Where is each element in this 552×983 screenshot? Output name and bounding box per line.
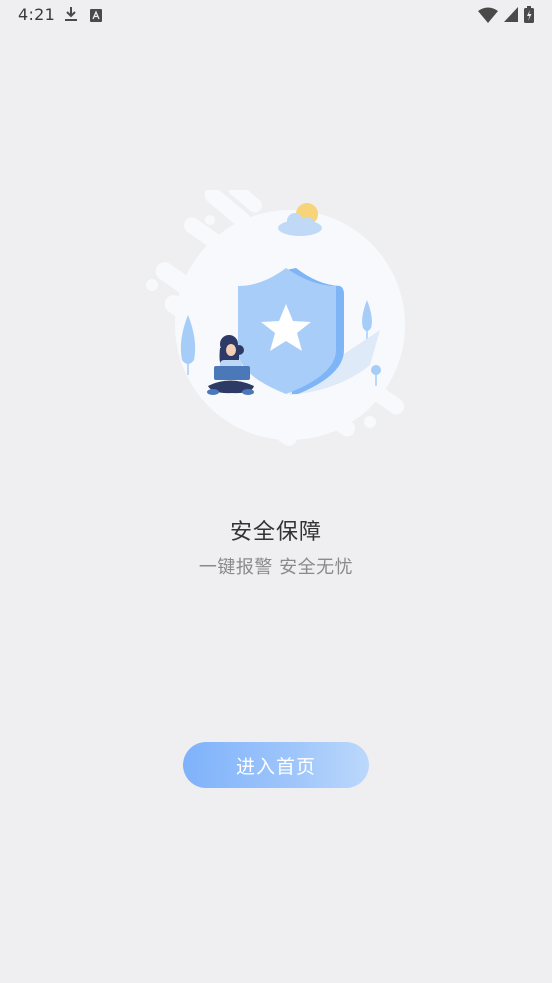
enter-home-button[interactable]: 进入首页 [183, 742, 369, 788]
page-title: 安全保障 [229, 520, 322, 545]
status-right-icons [478, 6, 534, 27]
page-subtitle: 一键报警 安全无忧 [198, 557, 354, 578]
status-time: 4:21 [18, 5, 56, 24]
splash-screen: 4:21 安全保障 一键报警 安全无忧 进入首页 [0, 0, 552, 983]
wifi-icon [478, 7, 498, 27]
a-badge-icon [90, 7, 102, 26]
battery-icon [524, 6, 534, 27]
status-bar: 4:21 [0, 0, 552, 30]
status-left-icons [64, 6, 102, 26]
shield-star-icon [238, 268, 344, 394]
download-icon [64, 6, 78, 26]
signal-icon [504, 7, 518, 26]
security-illustration [140, 181, 412, 460]
